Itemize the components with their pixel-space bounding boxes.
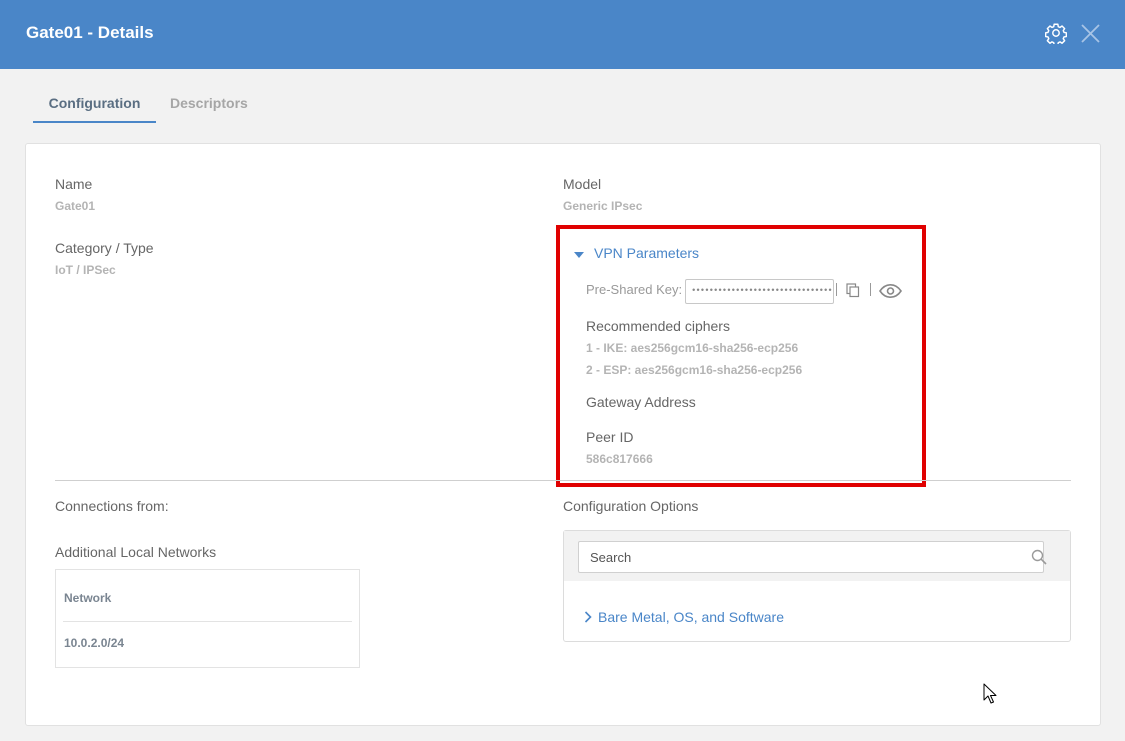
peer-id-value: 586c817666 <box>586 452 653 466</box>
category-value: IoT / IPSec <box>55 263 116 277</box>
mouse-cursor-icon <box>983 683 997 704</box>
networks-table: Network 10.0.2.0/24 <box>55 569 360 668</box>
configuration-options-label: Configuration Options <box>563 498 699 514</box>
vpn-parameters-section: VPN Parameters Pre-Shared Key: •••••••••… <box>556 225 926 487</box>
table-divider <box>63 621 352 622</box>
cipher-esp: 2 - ESP: aes256gcm16-sha256-ecp256 <box>586 363 803 377</box>
caret-down-icon <box>574 252 584 258</box>
divider <box>870 283 871 296</box>
configuration-panel: Name Gate01 Model Generic IPsec Category… <box>25 143 1101 726</box>
tree-item-label: Bare Metal, OS, and Software <box>598 609 784 625</box>
model-value: Generic IPsec <box>563 199 643 213</box>
connections-from-label: Connections from: <box>55 498 169 514</box>
peer-id-label: Peer ID <box>586 429 634 445</box>
gateway-address-label: Gateway Address <box>586 394 696 410</box>
search-bar: Search <box>564 531 1070 581</box>
pre-shared-key-label: Pre-Shared Key: <box>586 282 683 297</box>
copy-icon[interactable] <box>846 283 860 298</box>
close-icon[interactable] <box>1080 23 1101 44</box>
name-value: Gate01 <box>55 199 96 213</box>
category-label: Category / Type <box>55 240 154 256</box>
model-label: Model <box>563 176 602 192</box>
table-row: 10.0.2.0/24 <box>64 636 125 650</box>
chevron-right-icon <box>584 611 592 623</box>
eye-icon[interactable] <box>879 284 902 298</box>
dialog-title: Gate01 - Details <box>26 23 154 42</box>
dialog-header: Gate01 - Details <box>0 0 1125 69</box>
pre-shared-key-field[interactable]: •••••••••••••••••••••••••••••••• <box>685 279 834 304</box>
cipher-ike: 1 - IKE: aes256gcm16-sha256-ecp256 <box>586 341 799 355</box>
additional-local-networks-label: Additional Local Networks <box>55 544 217 560</box>
vpn-parameters-label: VPN Parameters <box>594 245 700 261</box>
search-placeholder: Search <box>590 550 632 565</box>
configuration-options-box: Search Bare Metal, OS, and Software <box>563 530 1071 642</box>
network-column-header: Network <box>64 591 112 605</box>
tab-descriptors[interactable]: Descriptors <box>170 86 248 121</box>
search-icon[interactable] <box>1031 549 1047 565</box>
divider <box>836 283 837 296</box>
recommended-ciphers-label: Recommended ciphers <box>586 318 730 334</box>
tab-configuration[interactable]: Configuration <box>33 86 156 123</box>
gear-icon[interactable] <box>1045 22 1067 44</box>
section-divider <box>55 480 1071 481</box>
search-input[interactable]: Search <box>578 541 1047 573</box>
name-label: Name <box>55 176 93 192</box>
